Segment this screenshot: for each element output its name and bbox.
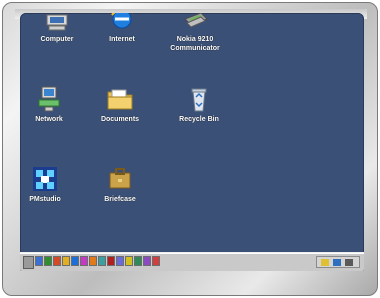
desktop-icon-network[interactable]: Network <box>20 83 88 124</box>
network-icon <box>33 83 65 113</box>
desktop-screen: Computer Internet Nokia 9210 Communicato… <box>20 13 364 271</box>
icon-label: Nokia 9210 <box>176 36 214 43</box>
internet-explorer-icon <box>106 13 138 33</box>
quick-launch-icon[interactable] <box>143 256 151 266</box>
briefcase-icon <box>104 163 136 193</box>
pmstudio-icon <box>29 163 61 193</box>
desktop-icon-nokia-communicator[interactable]: Nokia 9210 Communicator <box>156 13 234 53</box>
quick-launch-icon[interactable] <box>80 256 88 266</box>
quick-launch-icon[interactable] <box>62 256 70 266</box>
quick-launch-icon[interactable] <box>53 256 61 266</box>
desktop-icon-briefcase[interactable]: Briefcase <box>81 163 159 204</box>
system-tray[interactable] <box>316 256 360 268</box>
quick-launch-icon[interactable] <box>107 256 115 266</box>
quick-launch-bar <box>35 256 160 268</box>
icon-label: Briefcase <box>104 196 136 203</box>
quick-launch-icon[interactable] <box>116 256 124 266</box>
quick-launch-icon[interactable] <box>134 256 142 266</box>
icon-label: Network <box>35 116 63 123</box>
quick-launch-icon[interactable] <box>71 256 79 266</box>
icon-label: PMstudio <box>29 196 61 203</box>
quick-launch-icon[interactable] <box>44 256 52 266</box>
icon-label: Internet <box>109 36 135 43</box>
start-button[interactable] <box>23 256 34 269</box>
desktop-icon-pmstudio[interactable]: PMstudio <box>20 163 84 204</box>
desktop-icon-internet[interactable]: Internet <box>83 13 161 44</box>
quick-launch-icon[interactable] <box>89 256 97 266</box>
documents-folder-icon <box>104 83 136 113</box>
quick-launch-icon[interactable] <box>98 256 106 266</box>
taskbar <box>20 252 364 271</box>
desktop-icon-recycle-bin[interactable]: Recycle Bin <box>160 83 238 124</box>
tray-monitor-icon[interactable] <box>345 259 353 266</box>
quick-launch-icon[interactable] <box>35 256 43 266</box>
recycle-bin-icon <box>183 83 215 113</box>
icon-label-line2: Communicator <box>170 45 220 52</box>
quick-launch-icon[interactable] <box>125 256 133 266</box>
computer-icon <box>41 13 73 33</box>
tray-network-icon[interactable] <box>333 259 341 266</box>
nokia-communicator-icon <box>179 13 211 33</box>
icon-label: Recycle Bin <box>179 116 219 123</box>
desktop-icon-documents[interactable]: Documents <box>81 83 159 124</box>
tray-speaker-icon[interactable] <box>321 259 329 266</box>
icon-label: Documents <box>100 116 140 123</box>
quick-launch-icon[interactable] <box>152 256 160 266</box>
monitor-bezel: Computer Internet Nokia 9210 Communicato… <box>2 2 378 296</box>
